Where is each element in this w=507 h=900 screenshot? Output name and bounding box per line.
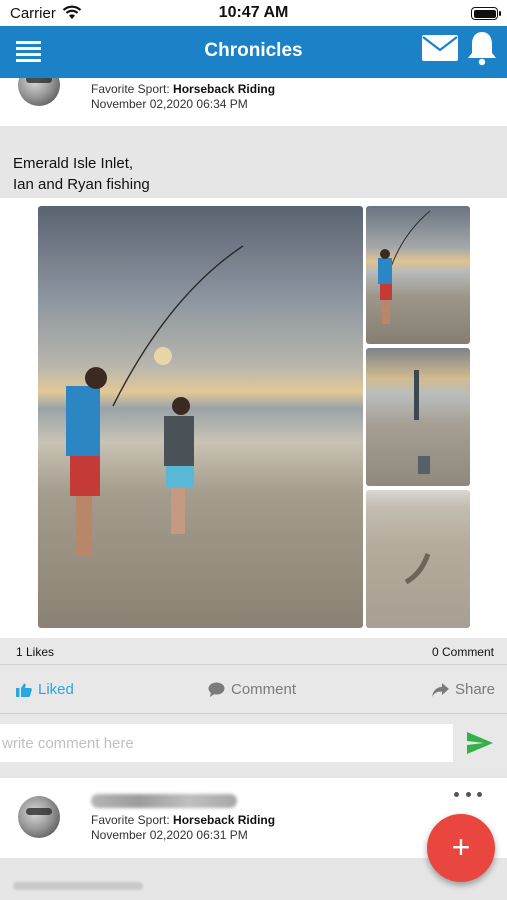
comment-bar	[0, 715, 507, 773]
post-caption-area: Emerald Isle Inlet, Ian and Ryan fishing	[0, 126, 507, 198]
share-icon	[431, 682, 449, 697]
send-icon[interactable]	[466, 731, 494, 755]
photo-thumbnail[interactable]	[366, 490, 470, 628]
comments-count[interactable]: 0 Comment	[432, 645, 494, 659]
add-post-button[interactable]: +	[427, 814, 495, 882]
nav-bar: Chronicles	[0, 26, 507, 78]
comment-button[interactable]: Comment	[208, 681, 296, 698]
bell-icon[interactable]	[463, 29, 501, 67]
likes-count[interactable]: 1 Likes	[16, 645, 54, 659]
post-date: November 02,2020 06:34 PM	[91, 97, 248, 111]
photo-thumbnail[interactable]	[366, 348, 470, 486]
clock: 10:47 AM	[218, 4, 289, 21]
photo-gallery	[0, 198, 507, 638]
favorite-sport: Favorite Sport: Horseback Riding	[91, 813, 276, 827]
photo-thumbnail[interactable]	[366, 206, 470, 344]
status-bar: Carrier 10:47 AM	[0, 0, 507, 26]
next-post-caption-cutoff	[13, 882, 143, 890]
more-options-icon[interactable]	[454, 792, 482, 802]
mail-icon[interactable]	[421, 34, 459, 62]
comment-icon	[208, 682, 225, 697]
post-actions: Liked Comment Share	[0, 666, 507, 714]
post-stats: 1 Likes 0 Comment	[0, 638, 507, 665]
photo-main[interactable]	[38, 206, 363, 628]
share-label: Share	[454, 681, 495, 698]
author-name-redacted[interactable]	[91, 794, 237, 808]
share-button[interactable]: Share	[431, 681, 495, 698]
avatar[interactable]	[18, 796, 60, 838]
avatar[interactable]	[18, 78, 60, 106]
favorite-sport: Favorite Sport: Horseback Riding	[91, 82, 276, 96]
previous-post-header: Favorite Sport: Horseback Riding Novembe…	[0, 78, 507, 126]
battery-icon	[471, 7, 501, 20]
comment-label: Comment	[231, 681, 297, 698]
like-label: Liked	[38, 681, 74, 698]
thumbs-up-icon	[16, 683, 32, 697]
post-date: November 02,2020 06:31 PM	[91, 828, 248, 842]
like-button[interactable]: Liked	[16, 681, 74, 698]
post-caption: Emerald Isle Inlet, Ian and Ryan fishing	[13, 155, 150, 193]
comment-input[interactable]	[0, 724, 453, 762]
